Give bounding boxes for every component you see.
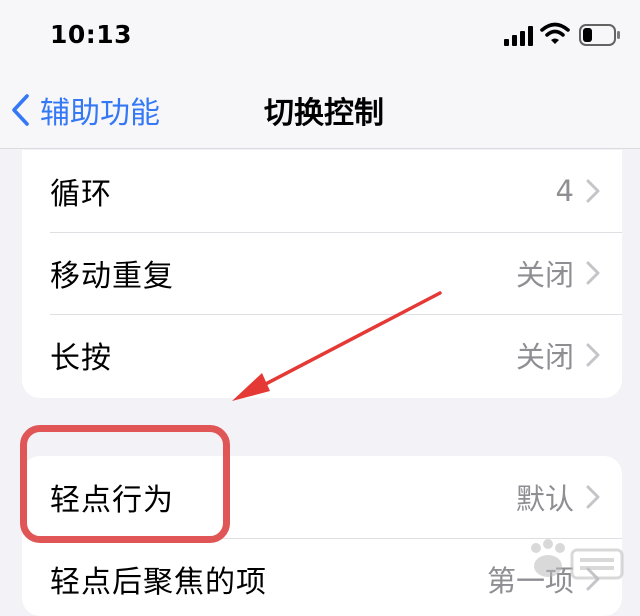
- row-label: 长按: [50, 341, 112, 376]
- battery-icon: [579, 24, 620, 46]
- settings-row-move-repeat[interactable]: 移动重复 关闭: [22, 232, 622, 314]
- row-label: 轻点行为: [50, 483, 174, 518]
- chevron-right-icon: [586, 179, 600, 203]
- navigation-bar: 辅助功能 切换控制: [0, 72, 640, 149]
- settings-row-long-press[interactable]: 长按 关闭: [22, 314, 622, 396]
- wifi-icon: [540, 22, 570, 44]
- settings-group-tap: 轻点行为 默认 轻点后聚焦的项 第一项: [22, 456, 622, 616]
- row-label: 循环: [50, 177, 112, 212]
- row-value: 第一项: [486, 564, 574, 598]
- settings-row-loop[interactable]: 循环 4: [22, 150, 622, 232]
- row-value: 关闭: [515, 340, 574, 374]
- chevron-right-icon: [586, 343, 600, 367]
- row-value: 4: [555, 174, 574, 208]
- row-label: 轻点后聚焦的项: [50, 565, 267, 600]
- settings-group-repeat: 循环 4 移动重复 关闭 长按 关闭: [22, 150, 622, 398]
- chevron-right-icon: [586, 261, 600, 285]
- status-bar: 10:13: [0, 0, 640, 72]
- row-value: 默认: [515, 482, 574, 516]
- row-value: 关闭: [515, 258, 574, 292]
- settings-row-tap-behavior[interactable]: 轻点行为 默认: [22, 456, 622, 538]
- signal-icon: [504, 26, 533, 46]
- settings-row-focus-after-tap[interactable]: 轻点后聚焦的项 第一项: [22, 538, 622, 616]
- chevron-right-icon: [586, 567, 600, 591]
- page-title: 切换控制: [264, 96, 384, 131]
- chevron-right-icon: [586, 485, 600, 509]
- status-time: 10:13: [50, 20, 133, 49]
- row-label: 移动重复: [50, 259, 174, 294]
